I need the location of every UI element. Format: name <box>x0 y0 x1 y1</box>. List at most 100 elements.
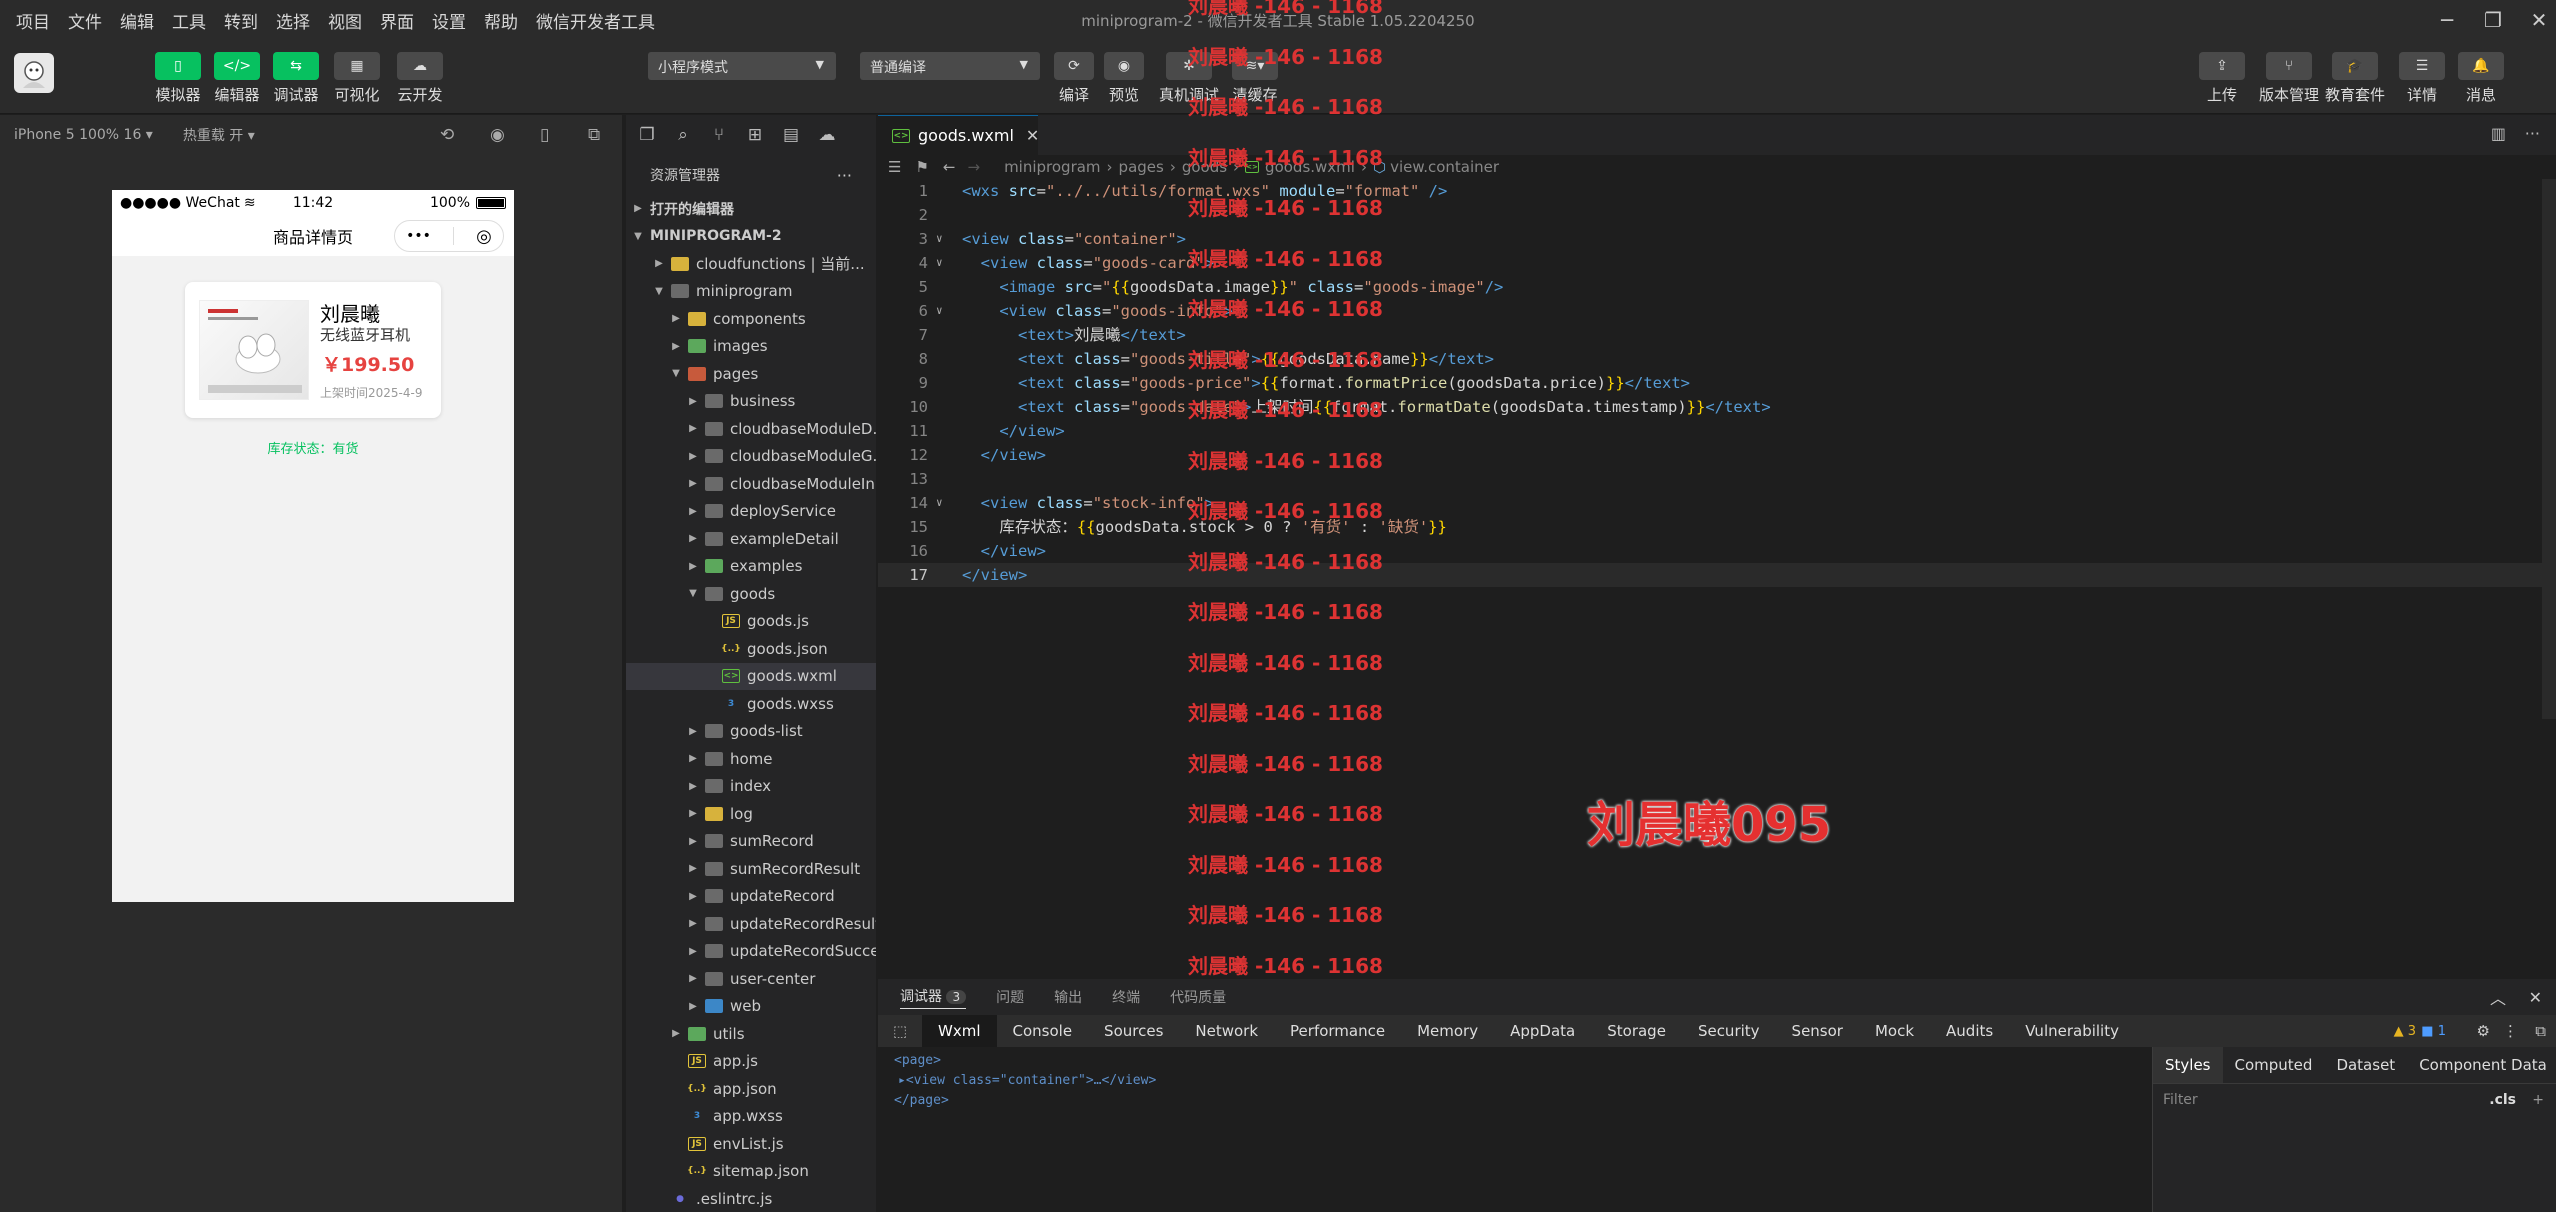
devtools-tab-storage[interactable]: Storage <box>1591 1015 1682 1047</box>
devtools-tab-console[interactable]: Console <box>997 1015 1089 1047</box>
tree-file-eslintrc[interactable]: ● .eslintrc.js <box>626 1185 876 1212</box>
tree-folder-miniprogram[interactable]: ▼ miniprogram <box>626 278 876 306</box>
fold-icon[interactable]: ∨ <box>936 251 943 275</box>
more-vertical-icon[interactable]: ⋮ <box>2503 1022 2518 1040</box>
visual-button[interactable]: ▦ 可视化 <box>325 52 389 105</box>
tree-folder-updaterecordsuccess[interactable]: ▶ updateRecordSuccess <box>626 938 876 966</box>
breadcrumb-pages[interactable]: pages <box>1119 158 1164 176</box>
device-select[interactable]: iPhone 5 100% 16 ▾ <box>14 127 153 143</box>
tree-folder-exampledetail[interactable]: ▶ exampleDetail <box>626 525 876 553</box>
tree-folder-business[interactable]: ▶ business <box>626 388 876 416</box>
capsule-menu[interactable]: ••• ◎ <box>394 220 504 252</box>
fold-icon[interactable]: ∨ <box>936 491 943 515</box>
styles-tab-styles[interactable]: Styles <box>2153 1047 2223 1083</box>
forward-icon[interactable]: → <box>967 158 980 176</box>
menu-item-4[interactable]: 转到 <box>215 8 267 33</box>
tab-goods-wxml[interactable]: <> goods.wxml ✕ <box>878 115 1039 155</box>
tree-folder-home[interactable]: ▶ home <box>626 745 876 773</box>
list-icon[interactable]: ☰ <box>888 158 901 176</box>
tree-folder-examples[interactable]: ▶ examples <box>626 553 876 581</box>
bookmark-icon[interactable]: ⚑ <box>915 158 928 176</box>
devtools-tab-memory[interactable]: Memory <box>1401 1015 1494 1047</box>
tree-file-app-wxss[interactable]: 3 app.wxss <box>626 1103 876 1131</box>
extensions-icon[interactable]: ⊞ <box>744 124 766 146</box>
tree-folder-cloudbase-g[interactable]: ▶ cloudbaseModuleG... <box>626 443 876 471</box>
hot-reload-select[interactable]: 热重载 开 ▾ <box>183 125 255 145</box>
maximize-panel-icon[interactable]: ︿ <box>2490 985 2506 1009</box>
tree-file-app-json[interactable]: {..} app.json <box>626 1075 876 1103</box>
tab-issues[interactable]: 问题 <box>996 987 1024 1007</box>
breadcrumb-symbol[interactable]: view.container <box>1390 158 1499 176</box>
fold-icon[interactable]: ∨ <box>936 299 943 323</box>
devtools-tab-mock[interactable]: Mock <box>1859 1015 1930 1047</box>
source-control-icon[interactable]: ⑂ <box>708 124 730 146</box>
clear-cache-button[interactable]: ≋▾ 清缓存 <box>1222 52 1288 105</box>
menu-item-5[interactable]: 选择 <box>267 8 319 33</box>
tree-folder-updaterecord[interactable]: ▶ updateRecord <box>626 883 876 911</box>
tree-folder-goods-list[interactable]: ▶ goods-list <box>626 718 876 746</box>
devtools-tab-appdata[interactable]: AppData <box>1494 1015 1591 1047</box>
wxml-node-container[interactable]: ▸<view class="container">…</view> <box>894 1073 2134 1093</box>
warning-badge[interactable]: ▲ 3 <box>2394 1024 2416 1039</box>
tree-folder-utils[interactable]: ▶ utils <box>626 1020 876 1048</box>
devtools-tab-network[interactable]: Network <box>1179 1015 1274 1047</box>
compile-select[interactable]: 普通编译 ▼ <box>860 52 1040 80</box>
editor-scrollbar[interactable] <box>2542 179 2556 719</box>
dock-icon[interactable]: ⧉ <box>2535 1022 2546 1040</box>
back-icon[interactable]: ← <box>943 158 956 176</box>
more-icon[interactable]: ··· <box>2525 124 2540 143</box>
tab-terminal[interactable]: 终端 <box>1112 987 1140 1007</box>
tree-folder-goods[interactable]: ▼ goods <box>626 580 876 608</box>
devtools-tab-wxml[interactable]: Wxml <box>922 1015 997 1047</box>
close-icon[interactable]: ✕ <box>2524 6 2554 34</box>
close-panel-icon[interactable]: ✕ <box>2529 988 2542 1007</box>
tree-file-goods-json[interactable]: {..} goods.json <box>626 635 876 663</box>
maximize-icon[interactable]: ❐ <box>2478 6 2508 34</box>
menu-item-9[interactable]: 帮助 <box>475 8 527 33</box>
version-button[interactable]: ⑂ 版本管理 <box>2252 52 2326 105</box>
breadcrumb-miniprogram[interactable]: miniprogram <box>1004 158 1100 176</box>
minimize-icon[interactable]: ─ <box>2432 6 2462 34</box>
more-icon[interactable]: ··· <box>837 166 852 185</box>
styles-tab-dataset[interactable]: Dataset <box>2324 1047 2407 1083</box>
wxml-node-page[interactable]: <page> <box>894 1053 2134 1073</box>
cloud-button[interactable]: ☁ 云开发 <box>388 52 452 105</box>
simulator-button[interactable]: ▯ 模拟器 <box>146 52 210 105</box>
popout-icon[interactable]: ⧉ <box>588 125 600 145</box>
tree-folder-cloudbase-d[interactable]: ▶ cloudbaseModuleD... <box>626 415 876 443</box>
devtools-tab-vulnerability[interactable]: Vulnerability <box>2009 1015 2135 1047</box>
menu-item-3[interactable]: 工具 <box>163 8 215 33</box>
inspect-icon[interactable]: ⬚ <box>878 1022 922 1040</box>
tree-folder-user-center[interactable]: ▶ user-center <box>626 965 876 993</box>
devtools-tab-audits[interactable]: Audits <box>1930 1015 2009 1047</box>
code-editor[interactable]: 1 <wxs src="../../utils/format.wxs" modul… <box>878 179 2556 979</box>
breadcrumb-goods[interactable]: goods <box>1182 158 1227 176</box>
devtools-tab-security[interactable]: Security <box>1682 1015 1776 1047</box>
files-icon[interactable]: ❐ <box>636 124 658 146</box>
tree-folder-components[interactable]: ▶ components <box>626 305 876 333</box>
devtools-tab-performance[interactable]: Performance <box>1274 1015 1401 1047</box>
menu-item-10[interactable]: 微信开发者工具 <box>527 8 664 33</box>
tree-folder-sumrecord[interactable]: ▶ sumRecord <box>626 828 876 856</box>
fold-icon[interactable]: ∨ <box>936 227 943 251</box>
devtools-tab-sources[interactable]: Sources <box>1088 1015 1179 1047</box>
tree-folder-cloudbase-in[interactable]: ▶ cloudbaseModuleIn... <box>626 470 876 498</box>
menu-item-8[interactable]: 设置 <box>423 8 475 33</box>
tree-folder-cloudfunctions[interactable]: ▶ cloudfunctions | 当前... <box>626 250 876 278</box>
styles-filter[interactable]: Filter .cls + <box>2153 1083 2556 1115</box>
cls-toggle[interactable]: .cls <box>2489 1092 2516 1108</box>
education-button[interactable]: 🎓 教育套件 <box>2318 52 2392 105</box>
rotate-icon[interactable]: ⟲ <box>440 125 454 145</box>
mode-select[interactable]: 小程序模式 ▼ <box>648 52 836 80</box>
phone-icon[interactable]: ▯ <box>540 125 549 145</box>
info-badge[interactable]: ■ 1 <box>2421 1024 2446 1039</box>
tab-debugger[interactable]: 调试器 3 <box>900 986 967 1009</box>
upload-button[interactable]: ⇪ 上传 <box>2190 52 2254 105</box>
avatar[interactable] <box>14 53 54 93</box>
cloud-icon[interactable]: ☁ <box>816 124 838 146</box>
tree-file-goods-js[interactable]: JS goods.js <box>626 608 876 636</box>
more-icon[interactable]: ••• <box>406 228 431 244</box>
plus-icon[interactable]: + <box>2532 1092 2544 1108</box>
menu-item-1[interactable]: 文件 <box>59 8 111 33</box>
tree-file-goods-wxss[interactable]: 3 goods.wxss <box>626 690 876 718</box>
